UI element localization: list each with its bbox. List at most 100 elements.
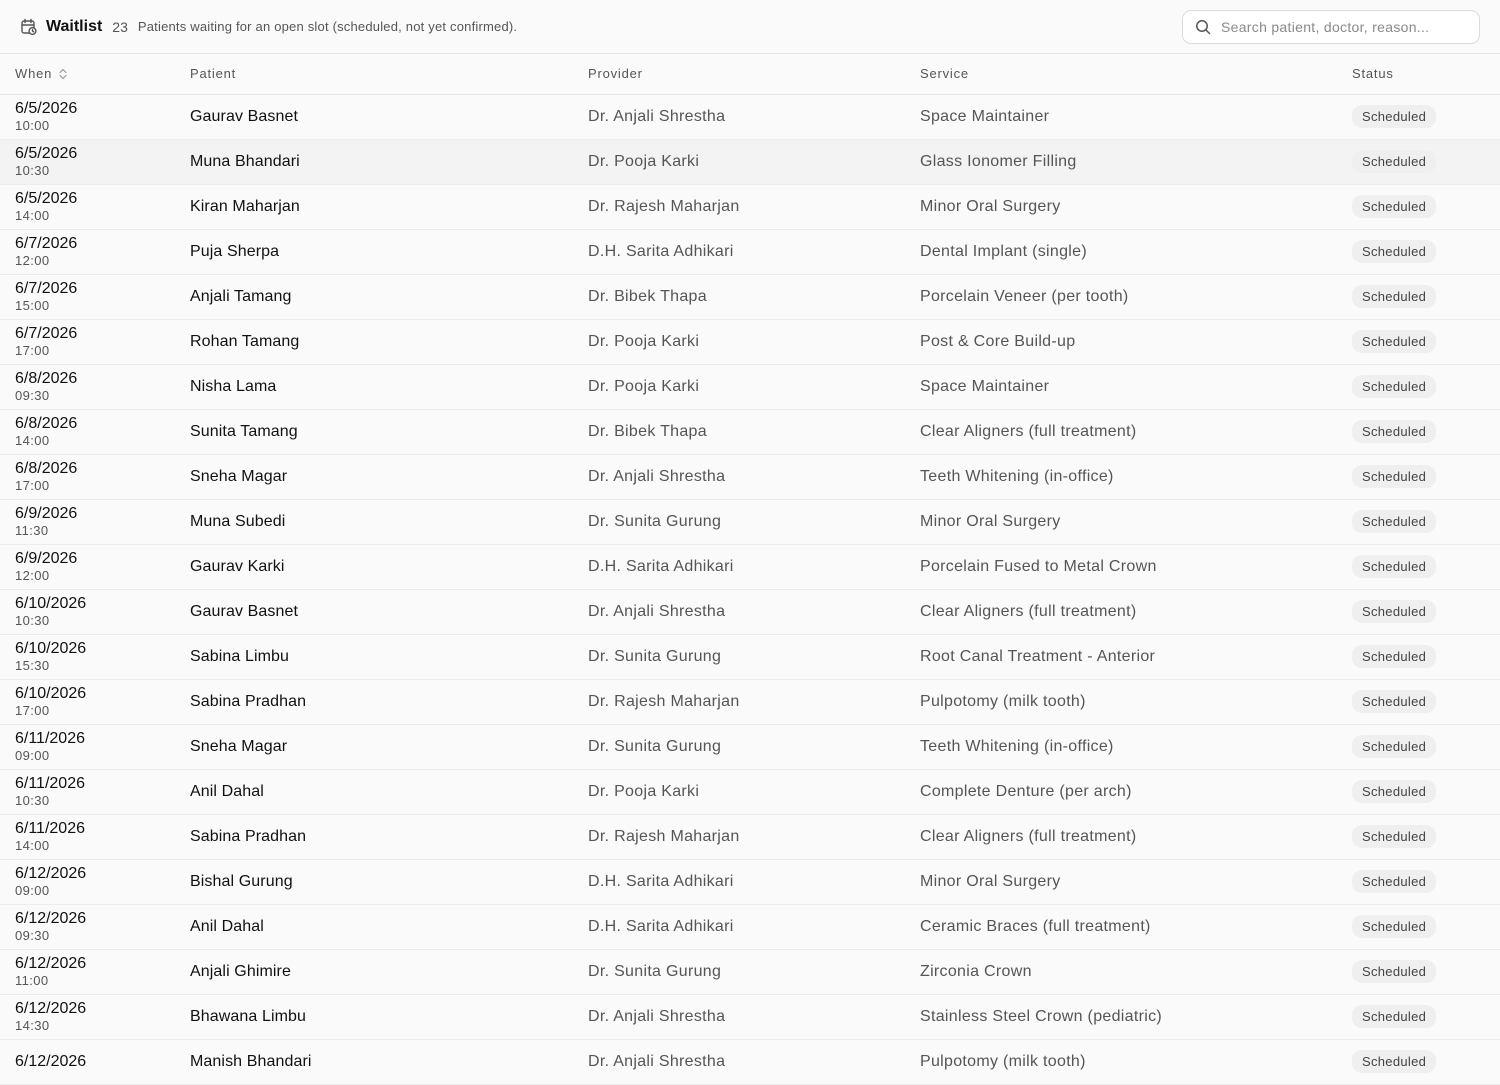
table-row[interactable]: 6/9/2026 12:00 Gaurav Karki D.H. Sarita Adh…	[0, 544, 1500, 589]
provider-name: Dr. Pooja Karki	[588, 332, 700, 350]
appointment-date: 6/12/2026	[15, 954, 87, 972]
table-row[interactable]: 6/5/2026 14:00 Kiran Maharjan Dr. Rajesh Ma…	[0, 184, 1500, 229]
table-row[interactable]: 6/5/2026 10:00 Gaurav Basnet Dr. Anjali Shr…	[0, 94, 1500, 139]
appointment-date: 6/12/2026	[15, 1052, 87, 1070]
status-cell: Scheduled	[1352, 229, 1500, 274]
patient-name[interactable]: Sneha Magar	[190, 724, 588, 769]
patient-name[interactable]: Bishal Gurung	[190, 859, 588, 904]
patient-name[interactable]: Gaurav Basnet	[190, 94, 588, 139]
column-header-when[interactable]: When	[0, 54, 190, 95]
status-badge: Scheduled	[1352, 420, 1437, 443]
status-badge: Scheduled	[1352, 600, 1437, 623]
patient-name[interactable]: Nisha Lama	[190, 364, 588, 409]
service-name: Teeth Whitening (in-office)	[920, 737, 1114, 755]
table-row[interactable]: 6/11/2026 09:00 Sneha Magar Dr. Sunita Guru…	[0, 724, 1500, 769]
patient-name[interactable]: Manish Bhandari	[190, 1039, 588, 1084]
table-row[interactable]: 6/12/2026 09:00 Bishal Gurung D.H. Sarita A…	[0, 859, 1500, 904]
provider-name: Dr. Sunita Gurung	[588, 512, 722, 530]
table-row[interactable]: 6/7/2026 15:00 Anjali Tamang Dr. Bibek Thap…	[0, 274, 1500, 319]
when-cell: 6/12/2026 09:30	[0, 904, 190, 949]
patient-name[interactable]: Sabina Pradhan	[190, 814, 588, 859]
status-cell: Scheduled	[1352, 949, 1500, 994]
column-header-provider: Provider	[588, 54, 920, 95]
table-row[interactable]: 6/12/2026 14:30 Bhawana Limbu Dr. Anjali Sh…	[0, 994, 1500, 1039]
appointment-date: 6/5/2026	[15, 189, 78, 207]
when-cell: 6/12/2026 09:00	[0, 859, 190, 904]
table-row[interactable]: 6/8/2026 09:30 Nisha Lama Dr. Pooja Karki Sp…	[0, 364, 1500, 409]
appointment-date: 6/5/2026	[15, 99, 78, 117]
status-cell: Scheduled	[1352, 364, 1500, 409]
patient-name[interactable]: Sneha Magar	[190, 454, 588, 499]
when-cell: 6/5/2026 10:30	[0, 139, 190, 184]
table-row[interactable]: 6/9/2026 11:30 Muna Subedi Dr. Sunita Gurun…	[0, 499, 1500, 544]
table-row[interactable]: 6/5/2026 10:30 Muna Bhandari Dr. Pooja Kark…	[0, 139, 1500, 184]
status-badge: Scheduled	[1352, 240, 1437, 263]
search-input[interactable]	[1219, 17, 1467, 36]
provider-name: Dr. Pooja Karki	[588, 782, 700, 800]
patient-name[interactable]: Sabina Pradhan	[190, 679, 588, 724]
patient-name[interactable]: Rohan Tamang	[190, 319, 588, 364]
table-row[interactable]: 6/12/2026 11:00 Anjali Ghimire Dr. Sunita G…	[0, 949, 1500, 994]
patient-name[interactable]: Anil Dahal	[190, 769, 588, 814]
when-cell: 6/8/2026 14:00	[0, 409, 190, 454]
table-row[interactable]: 6/12/2026 Manish Bhandari Dr. Anjali Shres…	[0, 1039, 1500, 1084]
patient-name[interactable]: Puja Sherpa	[190, 229, 588, 274]
patient-name[interactable]: Anjali Ghimire	[190, 949, 588, 994]
when-cell: 6/5/2026 10:00	[0, 94, 190, 139]
appointment-time: 09:30	[15, 927, 50, 943]
table-row[interactable]: 6/8/2026 17:00 Sneha Magar Dr. Anjali Shres…	[0, 454, 1500, 499]
table-header-row: When Patient Provider Service Status	[0, 54, 1500, 95]
page-description: Patients waiting for an open slot (sched…	[137, 19, 518, 34]
patient-name[interactable]: Anil Dahal	[190, 904, 588, 949]
patient-name[interactable]: Kiran Maharjan	[190, 184, 588, 229]
status-cell: Scheduled	[1352, 409, 1500, 454]
provider-name: Dr. Sunita Gurung	[588, 962, 722, 980]
service-name: Root Canal Treatment - Anterior	[920, 647, 1156, 665]
appointment-time: 12:00	[15, 252, 50, 268]
patient-name[interactable]: Gaurav Karki	[190, 544, 588, 589]
patient-name[interactable]: Sunita Tamang	[190, 409, 588, 454]
table-row[interactable]: 6/10/2026 17:00 Sabina Pradhan Dr. Rajesh M…	[0, 679, 1500, 724]
status-badge: Scheduled	[1352, 1050, 1437, 1073]
appointment-date: 6/9/2026	[15, 549, 78, 567]
appointment-date: 6/8/2026	[15, 414, 78, 432]
service-name: Pulpotomy (milk tooth)	[920, 1052, 1086, 1070]
sort-icon[interactable]	[58, 68, 68, 80]
table-row[interactable]: 6/10/2026 15:30 Sabina Limbu Dr. Sunita Gur…	[0, 634, 1500, 679]
service-name: Minor Oral Surgery	[920, 872, 1061, 890]
table-row[interactable]: 6/7/2026 17:00 Rohan Tamang Dr. Pooja Karki…	[0, 319, 1500, 364]
table-row[interactable]: 6/11/2026 14:00 Sabina Pradhan Dr. Rajesh M…	[0, 814, 1500, 859]
when-cell: 6/10/2026 10:30	[0, 589, 190, 634]
patient-name[interactable]: Bhawana Limbu	[190, 994, 588, 1039]
appointment-date: 6/11/2026	[15, 729, 85, 747]
table-row[interactable]: 6/12/2026 09:30 Anil Dahal D.H. Sarita Adhi…	[0, 904, 1500, 949]
patient-name[interactable]: Muna Subedi	[190, 499, 588, 544]
service-name: Clear Aligners (full treatment)	[920, 422, 1137, 440]
patient-name[interactable]: Sabina Limbu	[190, 634, 588, 679]
service-name: Teeth Whitening (in-office)	[920, 467, 1114, 485]
service-name: Minor Oral Surgery	[920, 197, 1061, 215]
appointment-time: 09:00	[15, 882, 50, 898]
patient-name[interactable]: Anjali Tamang	[190, 274, 588, 319]
table-row[interactable]: 6/7/2026 12:00 Puja Sherpa D.H. Sarita Adhi…	[0, 229, 1500, 274]
when-cell: 6/8/2026 09:30	[0, 364, 190, 409]
table-row[interactable]: 6/10/2026 10:30 Gaurav Basnet Dr. Anjali Sh…	[0, 589, 1500, 634]
provider-name: Dr. Anjali Shrestha	[588, 107, 726, 125]
appointment-time: 11:00	[15, 972, 49, 988]
page-header: Waitlist 23 Patients waiting for an open…	[0, 0, 1500, 54]
table-row[interactable]: 6/11/2026 10:30 Anil Dahal Dr. Pooja Karki C…	[0, 769, 1500, 814]
provider-name: D.H. Sarita Adhikari	[588, 917, 734, 935]
table-row[interactable]: 6/8/2026 14:00 Sunita Tamang Dr. Bibek Thap…	[0, 409, 1500, 454]
when-cell: 6/7/2026 15:00	[0, 274, 190, 319]
patient-name[interactable]: Gaurav Basnet	[190, 589, 588, 634]
status-cell: Scheduled	[1352, 994, 1500, 1039]
status-cell: Scheduled	[1352, 499, 1500, 544]
provider-name: D.H. Sarita Adhikari	[588, 242, 734, 260]
page-title: Waitlist	[46, 17, 103, 35]
patient-name[interactable]: Muna Bhandari	[190, 139, 588, 184]
search-box[interactable]	[1182, 9, 1480, 44]
when-cell: 6/7/2026 17:00	[0, 319, 190, 364]
appointment-time: 11:30	[15, 522, 49, 538]
appointment-time: 14:00	[15, 837, 50, 853]
appointment-date: 6/12/2026	[15, 999, 87, 1017]
